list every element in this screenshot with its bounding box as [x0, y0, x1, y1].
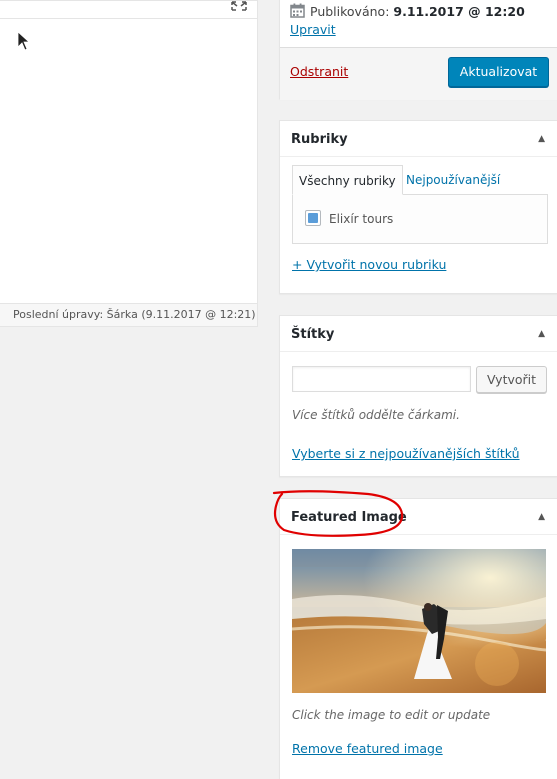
categories-box: Rubriky ▲ Všechny rubriky Nejpoužívanějš… [279, 120, 557, 294]
featured-image-thumbnail[interactable] [292, 549, 546, 693]
category-label: Elixír tours [329, 212, 394, 226]
categories-title: Rubriky [291, 132, 348, 147]
tags-hint: Více štítků oddělte čárkami. [292, 408, 460, 422]
published-date: 9.11.2017 @ 12:20 [393, 4, 525, 19]
add-category-link[interactable]: + Vytvořit novou rubriku [292, 257, 446, 272]
category-item[interactable]: Elixír tours [305, 210, 393, 226]
editor-toolbar [0, 1, 257, 19]
featured-image-header[interactable]: Featured Image ▲ [280, 499, 557, 535]
mouse-cursor-icon [17, 31, 29, 51]
delete-link[interactable]: Odstranit [290, 64, 348, 79]
remove-featured-image-link[interactable]: Remove featured image [292, 741, 443, 756]
editor-content[interactable] [0, 0, 258, 304]
tag-input[interactable] [292, 366, 471, 392]
create-tag-button[interactable]: Vytvořit [476, 366, 547, 393]
expand-icon[interactable] [231, 1, 247, 13]
tab-popular-categories[interactable]: Nejpoužívanější [400, 165, 506, 195]
tab-all-categories[interactable]: Všechny rubriky [292, 165, 403, 195]
category-tabs: Všechny rubriky Nejpoužívanější [292, 165, 548, 195]
triangle-up-icon[interactable]: ▲ [538, 512, 545, 522]
category-list: Elixír tours [292, 194, 548, 244]
edit-date-link[interactable]: Upravit [290, 22, 336, 37]
category-checkbox[interactable] [305, 210, 321, 226]
publish-actions: Odstranit Aktualizovat [280, 47, 557, 100]
featured-image-box: Featured Image ▲ Click the image to edit… [279, 498, 557, 779]
editor-area: Poslední úpravy: Šárka (9.11.2017 @ 12:2… [0, 0, 258, 327]
publish-box: Publikováno: 9.11.2017 @ 12:20 Upravit O… [279, 0, 557, 100]
featured-image-title: Featured Image [291, 510, 407, 525]
tags-header[interactable]: Štítky ▲ [280, 316, 557, 352]
triangle-up-icon[interactable]: ▲ [538, 329, 545, 339]
tags-box: Štítky ▲ Vytvořit Více štítků oddělte čá… [279, 315, 557, 477]
tags-title: Štítky [291, 327, 335, 342]
calendar-icon [290, 3, 305, 18]
triangle-up-icon[interactable]: ▲ [538, 134, 545, 144]
categories-header[interactable]: Rubriky ▲ [280, 121, 557, 157]
published-label: Publikováno: [310, 4, 390, 19]
update-button[interactable]: Aktualizovat [448, 57, 549, 87]
last-edit-status: Poslední úpravy: Šárka (9.11.2017 @ 12:2… [0, 304, 258, 327]
published-info: Publikováno: 9.11.2017 @ 12:20 [290, 3, 525, 19]
choose-popular-tags-link[interactable]: Vyberte si z nejpoužívanějších štítků [292, 446, 520, 461]
featured-image-hint: Click the image to edit or update [292, 708, 491, 722]
